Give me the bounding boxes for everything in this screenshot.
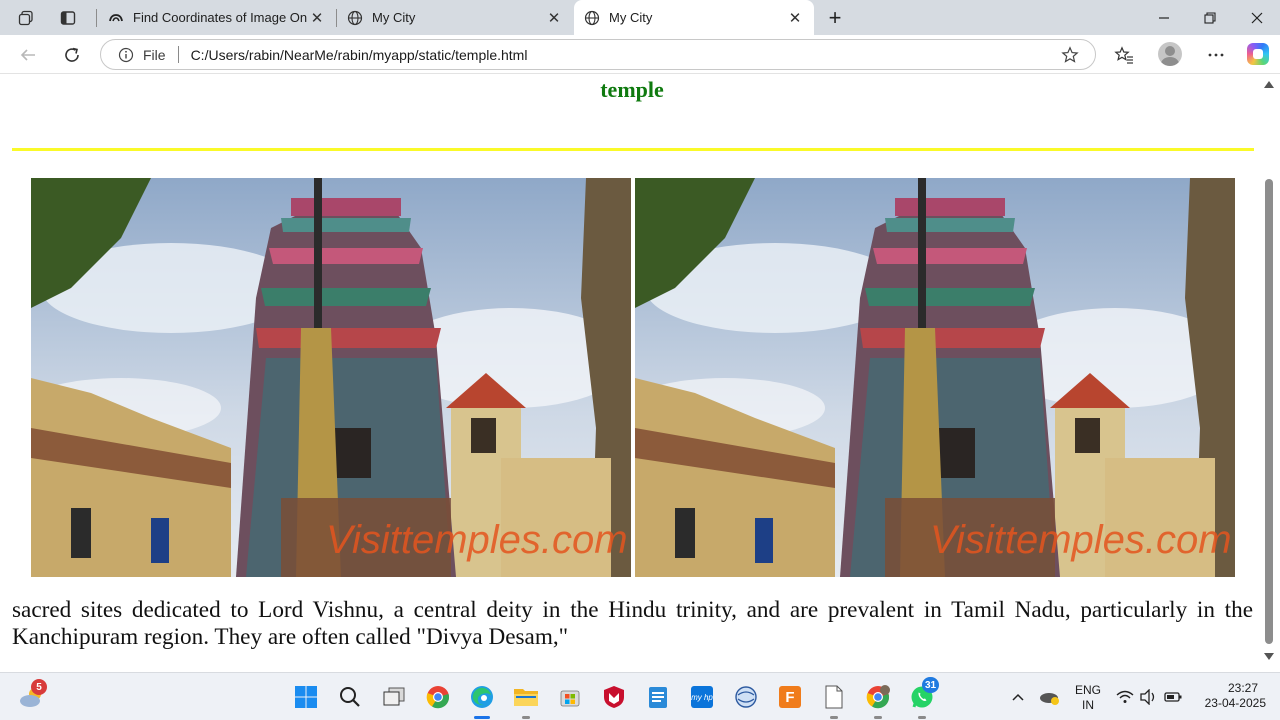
address-divider <box>177 46 179 63</box>
copilot-icon[interactable] <box>1247 43 1269 65</box>
volume-icon[interactable] <box>1136 681 1162 713</box>
network-tool-icon[interactable] <box>730 681 762 713</box>
mcafee-icon[interactable] <box>598 681 630 713</box>
weather-badge: 5 <box>31 679 47 695</box>
favorites-list-icon[interactable] <box>1110 41 1138 69</box>
new-tab-icon[interactable]: + <box>822 5 848 31</box>
scroll-down-arrow-icon[interactable] <box>1264 653 1274 660</box>
language-line-2: IN <box>1082 698 1094 712</box>
tab-separator <box>96 9 97 27</box>
task-view-icon[interactable] <box>378 681 410 713</box>
scheme-label: File <box>143 46 166 63</box>
search-icon[interactable] <box>334 681 366 713</box>
info-icon[interactable] <box>117 46 135 64</box>
active-app-indicator <box>474 716 490 719</box>
edge-icon[interactable] <box>466 681 498 719</box>
address-bar[interactable]: File C:/Users/rabin/NearMe/rabin/myapp/s… <box>100 39 1096 70</box>
tab-title: My City <box>372 10 416 25</box>
close-tab-icon[interactable]: ✕ <box>545 9 563 27</box>
chrome-profile-icon[interactable] <box>862 681 894 719</box>
browser-toolbar: File C:/Users/rabin/NearMe/rabin/myapp/s… <box>0 35 1280 74</box>
body-paragraph: sacred sites dedicated to Lord Vishnu, a… <box>12 597 1253 650</box>
page-viewport: temple Visittemples.com Visittemples.com… <box>0 75 1280 672</box>
clock-time: 23:27 <box>1227 681 1258 695</box>
url-text[interactable]: C:/Users/rabin/NearMe/rabin/myapp/static… <box>191 47 1059 63</box>
vertical-tabs-icon[interactable] <box>54 5 82 31</box>
page-heading: temple <box>600 77 664 102</box>
fresh-app-icon[interactable]: F <box>774 681 806 713</box>
battery-icon[interactable] <box>1160 681 1186 713</box>
clock[interactable]: 23:27 23-04-2025 <box>1188 681 1278 711</box>
vertical-scrollbar[interactable] <box>1262 75 1276 672</box>
globe-icon <box>347 10 363 26</box>
running-indicator <box>830 716 838 719</box>
running-indicator <box>522 716 530 719</box>
profile-avatar[interactable] <box>1158 42 1182 66</box>
whatsapp-icon[interactable]: 31 <box>906 677 940 719</box>
favorite-star-icon[interactable] <box>1059 44 1081 66</box>
yellow-divider <box>12 148 1254 151</box>
myhp-icon[interactable]: my hp <box>686 681 718 713</box>
restore-icon[interactable] <box>1187 0 1233 35</box>
language-indicator[interactable]: ENG IN <box>1068 683 1108 713</box>
scroll-up-arrow-icon[interactable] <box>1264 81 1274 88</box>
chrome-icon[interactable] <box>422 681 454 713</box>
store-icon[interactable] <box>554 681 586 713</box>
whatsapp-badge: 31 <box>922 677 940 693</box>
start-icon[interactable] <box>290 681 322 713</box>
watermark-text: Visittemples.com <box>326 518 628 562</box>
wifi-icon[interactable] <box>1112 681 1138 713</box>
refresh-icon[interactable] <box>58 41 86 69</box>
more-options-icon[interactable] <box>1202 41 1230 69</box>
workspaces-icon[interactable] <box>12 5 40 31</box>
file-explorer-icon[interactable] <box>510 681 542 719</box>
tab-strip: Find Coordinates of Image Online ✕ My Ci… <box>0 0 1280 35</box>
running-indicator <box>874 716 882 719</box>
temple-photo-2: Visittemples.com <box>635 178 1235 577</box>
close-tab-icon[interactable]: ✕ <box>308 9 326 27</box>
tab-my-city-1[interactable]: My City ✕ <box>337 0 573 35</box>
chevron-up-icon[interactable] <box>1002 681 1034 713</box>
tab-title: Find Coordinates of Image Online <box>133 10 308 25</box>
clock-date: 23-04-2025 <box>1204 696 1266 710</box>
notes-icon[interactable] <box>642 681 674 713</box>
back-arrow-icon[interactable] <box>14 41 42 69</box>
watermark-text: Visittemples.com <box>930 518 1232 562</box>
language-line-1: ENG <box>1074 683 1101 697</box>
tab-my-city-active[interactable]: My City ✕ <box>574 0 814 35</box>
close-tab-icon[interactable]: ✕ <box>786 9 804 27</box>
minimize-icon[interactable] <box>1141 0 1187 35</box>
onedrive-icon[interactable] <box>1036 681 1064 713</box>
scroll-thumb[interactable] <box>1265 179 1273 644</box>
svg-text:F: F <box>785 689 794 706</box>
close-window-icon[interactable] <box>1234 0 1280 35</box>
cloud-favicon-icon <box>108 10 124 26</box>
taskbar: 5 my hp F 31 ENG IN 23:27 23-04-2025 <box>0 672 1280 720</box>
running-indicator <box>918 716 926 719</box>
weather-icon[interactable]: 5 <box>16 679 48 713</box>
tab-title: My City <box>609 10 653 25</box>
svg-text:my hp: my hp <box>691 693 713 702</box>
file-icon[interactable] <box>818 681 850 719</box>
globe-icon <box>584 10 600 26</box>
tab-find-coordinates[interactable]: Find Coordinates of Image Online ✕ <box>98 0 336 35</box>
temple-photo-1: Visittemples.com <box>31 178 631 577</box>
